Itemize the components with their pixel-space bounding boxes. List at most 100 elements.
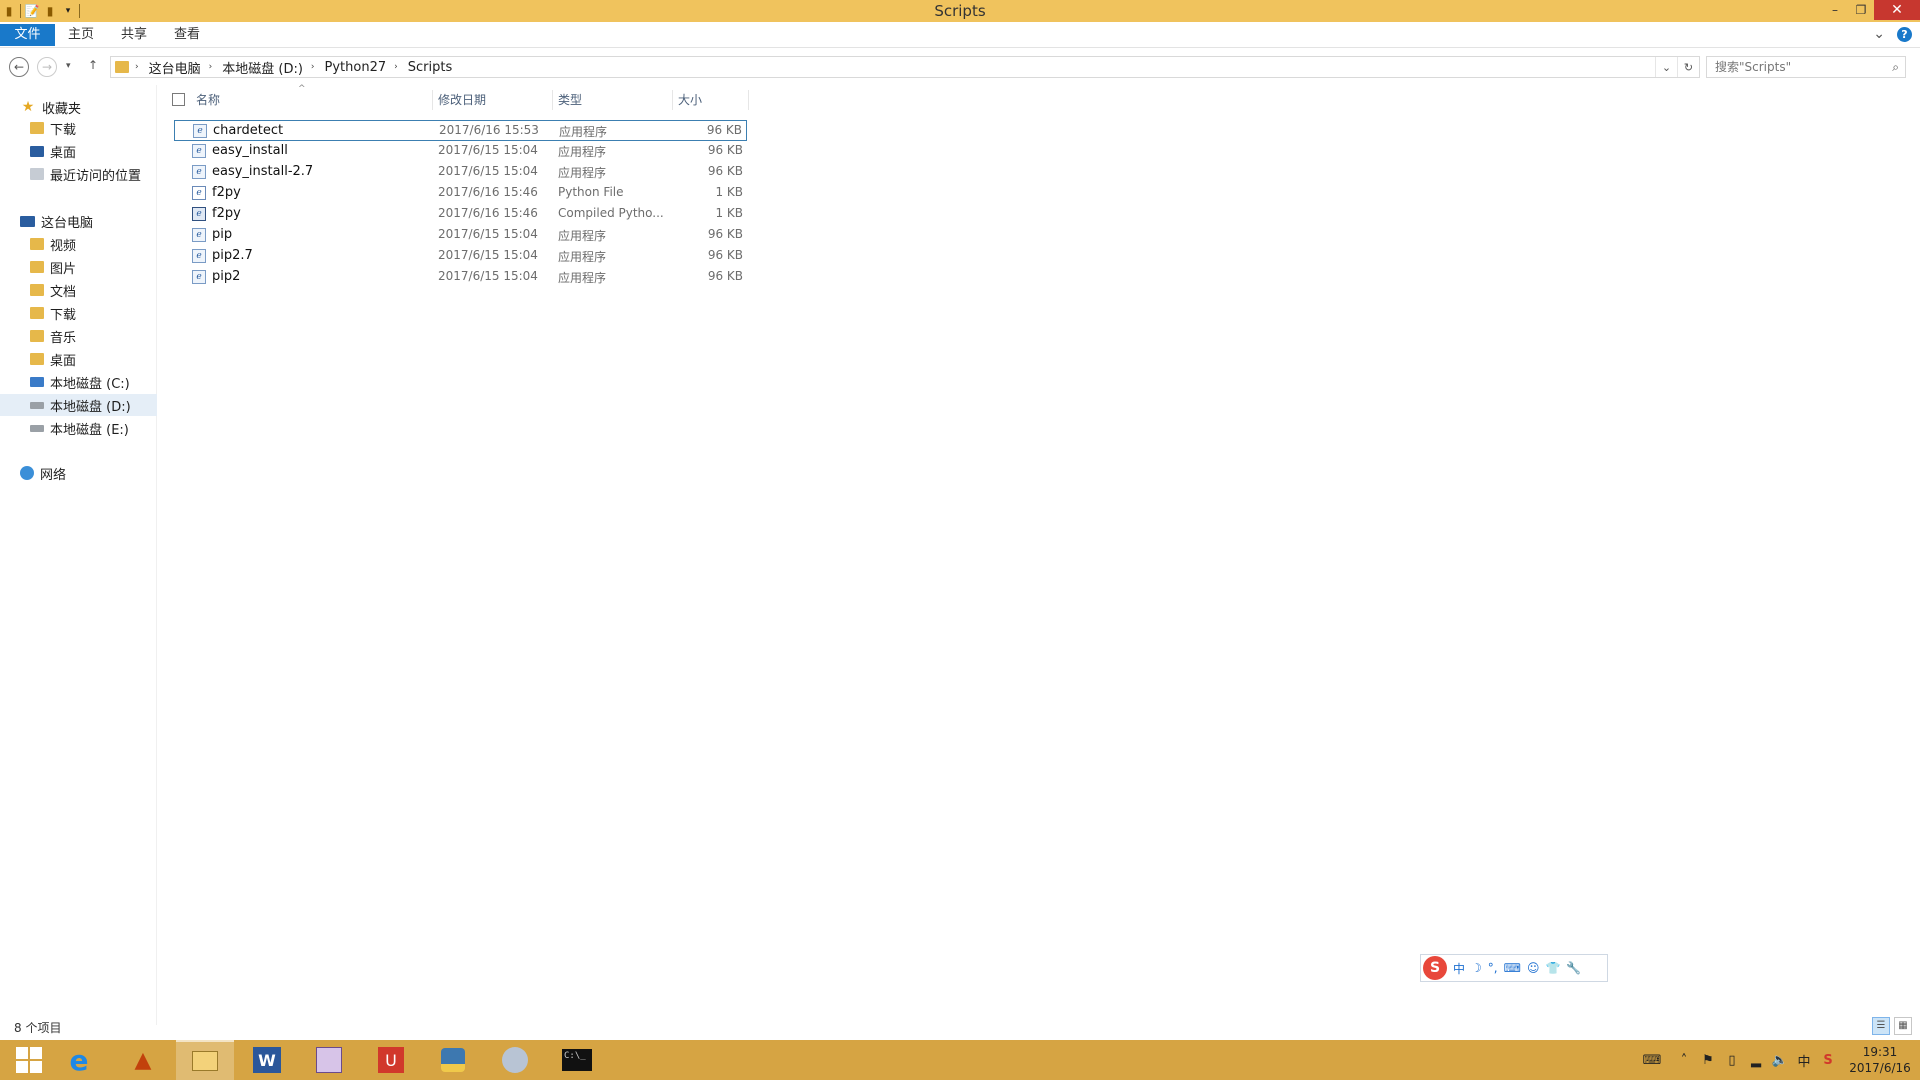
- file-row-pip2[interactable]: ℯ pip2 2017/6/15 15:04 应用程序 96 KB: [174, 267, 747, 288]
- sidebar-item-favorites[interactable]: ★ 收藏夹: [20, 96, 81, 118]
- column-header-name[interactable]: 名称: [196, 90, 220, 110]
- breadcrumb-python27[interactable]: Python27: [325, 60, 387, 75]
- breadcrumb-this-pc[interactable]: 这台电脑: [149, 58, 201, 77]
- py-exe-icon: ℯ: [192, 144, 206, 158]
- file-size: 96 KB: [707, 227, 743, 241]
- ime-user-icon[interactable]: ☺: [1527, 961, 1540, 975]
- search-icon[interactable]: ⌕: [1892, 57, 1899, 77]
- column-header-modified[interactable]: 修改日期: [438, 90, 486, 110]
- back-button[interactable]: ←: [9, 57, 29, 77]
- file-size: 96 KB: [707, 269, 743, 283]
- show-hidden-icons[interactable]: ˄: [1672, 1050, 1696, 1070]
- file-row-f2py-compiled[interactable]: ℯ f2py 2017/6/16 15:46 Compiled Pytho...…: [174, 204, 747, 225]
- help-icon[interactable]: ?: [1897, 26, 1912, 42]
- sidebar-item-drive-e[interactable]: 本地磁盘 (E:): [30, 417, 129, 439]
- red-app-icon[interactable]: U: [362, 1040, 420, 1080]
- sidebar-item-network[interactable]: 网络: [20, 462, 66, 484]
- ime-toolbar[interactable]: S 中 ☽ °, ⌨ ☺ 👕 🔧: [1420, 954, 1608, 982]
- sidebar-item-documents[interactable]: 文档: [30, 279, 76, 301]
- ime-keyboard-icon[interactable]: ⌨: [1504, 961, 1521, 975]
- minimize-button[interactable]: –: [1822, 0, 1848, 20]
- sidebar-item-label: 桌面: [50, 145, 77, 161]
- ime-settings-icon[interactable]: 🔧: [1566, 961, 1581, 975]
- matlab-icon[interactable]: ▲: [114, 1040, 172, 1080]
- file-row-easy-install[interactable]: ℯ easy_install 2017/6/15 15:04 应用程序 96 K…: [174, 141, 747, 162]
- search-input[interactable]: 搜索"Scripts" ⌕: [1706, 56, 1906, 78]
- py-exe-icon: ℯ: [192, 249, 206, 263]
- file-row-pip2-7[interactable]: ℯ pip2.7 2017/6/15 15:04 应用程序 96 KB: [174, 246, 747, 267]
- file-modified: 2017/6/16 15:53: [439, 123, 539, 137]
- column-divider[interactable]: [432, 90, 433, 110]
- select-all-checkbox[interactable]: [172, 93, 185, 106]
- sidebar-item-label: 音乐: [50, 330, 77, 346]
- sidebar-item-desktop[interactable]: 桌面: [30, 348, 76, 370]
- sidebar-item-downloads[interactable]: 下载: [30, 302, 76, 324]
- sidebar-item-downloads-fav[interactable]: 下载: [30, 117, 76, 139]
- forward-button[interactable]: →: [37, 57, 57, 77]
- ime-mode-toggle[interactable]: 中: [1453, 960, 1465, 977]
- sidebar-item-recent-places[interactable]: 最近访问的位置: [30, 163, 141, 185]
- internet-explorer-icon[interactable]: e: [50, 1040, 108, 1080]
- chevron-right-icon[interactable]: ›: [135, 62, 139, 72]
- column-header-size[interactable]: 大小: [678, 90, 702, 110]
- column-divider[interactable]: [672, 90, 673, 110]
- file-explorer-icon[interactable]: [176, 1040, 234, 1080]
- breadcrumb-drive-d[interactable]: 本地磁盘 (D:): [222, 58, 303, 77]
- file-row-chardetect[interactable]: ℯ chardetect 2017/6/16 15:53 应用程序 96 KB: [174, 120, 747, 141]
- signal-icon[interactable]: ▂: [1744, 1050, 1768, 1070]
- keyboard-icon[interactable]: ⌨: [1632, 1050, 1672, 1070]
- file-row-f2py[interactable]: ℯ f2py 2017/6/16 15:46 Python File 1 KB: [174, 183, 747, 204]
- downloads-folder-icon: [30, 307, 44, 319]
- book-app-icon[interactable]: [300, 1040, 358, 1080]
- up-button[interactable]: ↑: [88, 58, 98, 72]
- ime-skin-icon[interactable]: 👕: [1545, 961, 1560, 975]
- details-view-icon[interactable]: ☰: [1872, 1017, 1890, 1035]
- clock[interactable]: 19:31 2017/6/16: [1840, 1044, 1920, 1076]
- input-language-indicator[interactable]: 中: [1792, 1050, 1816, 1070]
- close-button[interactable]: ✕: [1874, 0, 1920, 20]
- address-bar[interactable]: › 这台电脑 › 本地磁盘 (D:) › Python27 › Scripts …: [110, 56, 1700, 78]
- flag-icon[interactable]: ⚑: [1696, 1050, 1720, 1070]
- chevron-right-icon[interactable]: ›: [394, 62, 398, 72]
- battery-icon[interactable]: ▯: [1720, 1050, 1744, 1070]
- ime-punctuation-icon[interactable]: ☽: [1471, 961, 1482, 975]
- idle-icon[interactable]: [486, 1040, 544, 1080]
- command-prompt-icon[interactable]: C:\_: [548, 1040, 606, 1080]
- tab-file[interactable]: 文件: [0, 24, 55, 46]
- sidebar-item-label: 图片: [50, 261, 77, 277]
- address-history-icon[interactable]: ⌄: [1655, 57, 1677, 77]
- tab-share[interactable]: 共享: [117, 25, 151, 45]
- file-row-pip[interactable]: ℯ pip 2017/6/15 15:04 应用程序 96 KB: [174, 225, 747, 246]
- file-row-easy-install-2-7[interactable]: ℯ easy_install-2.7 2017/6/15 15:04 应用程序 …: [174, 162, 747, 183]
- sidebar-item-pictures[interactable]: 图片: [30, 256, 76, 278]
- sidebar-item-videos[interactable]: 视频: [30, 233, 76, 255]
- tab-view[interactable]: 查看: [170, 25, 204, 45]
- restore-button[interactable]: ❐: [1848, 0, 1874, 20]
- sidebar-item-drive-d[interactable]: 本地磁盘 (D:): [0, 394, 157, 416]
- sidebar-item-drive-c[interactable]: 本地磁盘 (C:): [30, 371, 130, 393]
- large-icons-view-icon[interactable]: ▦: [1894, 1017, 1912, 1035]
- column-divider[interactable]: [748, 90, 749, 110]
- volume-icon[interactable]: 🔈: [1768, 1050, 1792, 1070]
- column-divider[interactable]: [552, 90, 553, 110]
- chevron-right-icon[interactable]: ›: [311, 62, 315, 72]
- drive-icon: [30, 424, 44, 432]
- compiled-python-icon: ℯ: [192, 207, 206, 221]
- navigation-pane: ★ 收藏夹 下载 桌面 最近访问的位置 这台电脑 视频 图片 文档 下载 音乐 …: [0, 85, 157, 1025]
- recent-locations-icon[interactable]: ▾: [66, 61, 71, 71]
- sidebar-item-desktop-fav[interactable]: 桌面: [30, 140, 76, 162]
- clock-time: 19:31: [1862, 1045, 1898, 1059]
- word-icon[interactable]: W: [238, 1040, 296, 1080]
- chevron-right-icon[interactable]: ›: [209, 62, 213, 72]
- sogou-logo-icon[interactable]: S: [1423, 956, 1447, 980]
- expand-ribbon-icon[interactable]: ⌄: [1873, 26, 1885, 42]
- sidebar-item-this-pc[interactable]: 这台电脑: [20, 210, 93, 232]
- sidebar-item-music[interactable]: 音乐: [30, 325, 76, 347]
- tab-home[interactable]: 主页: [64, 25, 98, 45]
- breadcrumb-scripts[interactable]: Scripts: [408, 60, 452, 75]
- ime-width-icon[interactable]: °,: [1488, 961, 1498, 975]
- sogou-tray-icon[interactable]: S: [1816, 1050, 1840, 1070]
- column-header-type[interactable]: 类型: [558, 90, 582, 110]
- python-icon[interactable]: [424, 1040, 482, 1080]
- refresh-icon[interactable]: ↻: [1677, 57, 1699, 77]
